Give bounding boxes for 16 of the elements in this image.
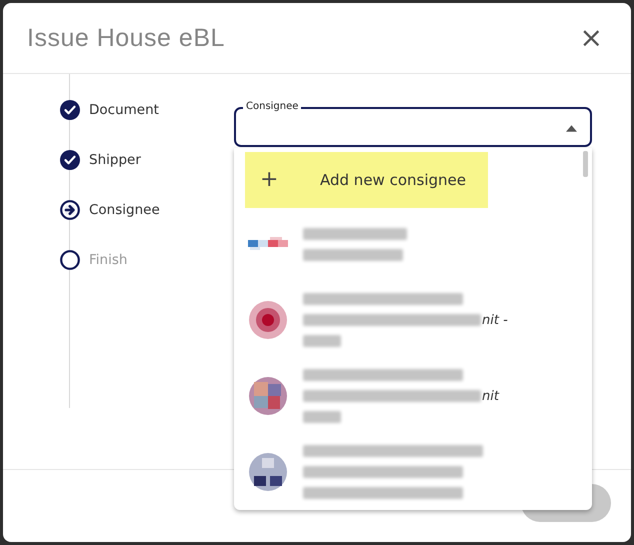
field-label: Consignee [243, 101, 302, 113]
dialog-title: Issue House eBL [27, 24, 225, 52]
step-label: Shipper [89, 152, 141, 168]
text-fragment: nit - [482, 312, 508, 328]
blurred-text [303, 335, 341, 347]
option-label: Add new consignee [320, 171, 466, 189]
scrollbar-thumb[interactable] [583, 151, 588, 177]
plus-icon: + [260, 169, 282, 191]
close-button[interactable]: × [576, 24, 607, 52]
step-label: Document [89, 102, 159, 118]
consignee-dropdown-field[interactable]: Consignee [234, 101, 592, 147]
step-label: Finish [89, 252, 128, 268]
add-consignee-option[interactable]: + Add new consignee [245, 152, 488, 208]
blurred-text [303, 411, 341, 423]
step-label: Consignee [89, 202, 160, 218]
text-fragment: nit [482, 388, 499, 404]
